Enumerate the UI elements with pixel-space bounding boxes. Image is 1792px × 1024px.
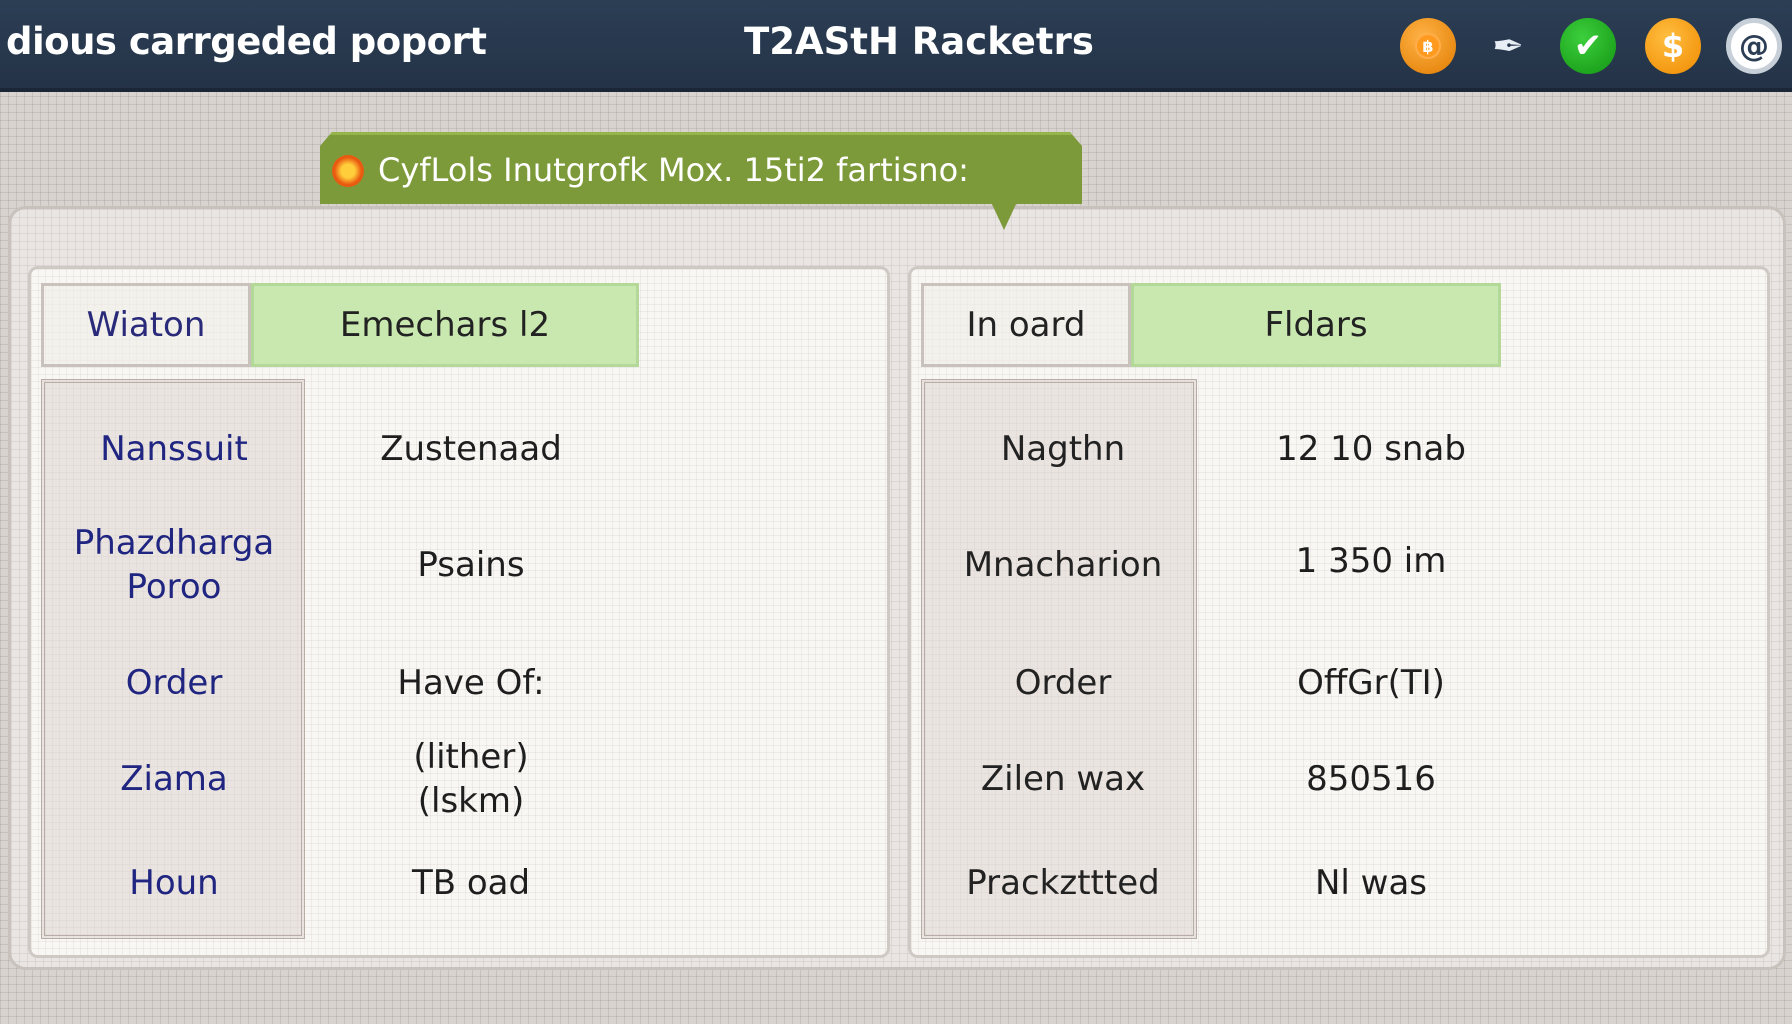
notification-banner: CyfLols Inutgrofk Mox. 15ti2 fartisno: <box>320 132 1082 204</box>
coin-icon[interactable]: ฿ <box>1400 18 1456 74</box>
warning-dot-icon <box>332 155 364 187</box>
left-row-value: Psains <box>417 545 525 585</box>
title-bar: dious carrgeded poport T2AStH Racketrs ฿… <box>0 0 1792 92</box>
right-row-label: Prackzttted <box>966 863 1160 903</box>
left-row-label: Order <box>125 663 223 703</box>
left-row-value: (lither) (lskm) <box>413 737 529 822</box>
right-card: In oard Fldars Nagthn 12 10 snab Mnachar… <box>908 266 1770 958</box>
window-title-center: T2AStH Racketrs <box>744 20 1094 63</box>
check-icon[interactable]: ✔ <box>1560 18 1616 74</box>
right-row-value: 12 10 snab <box>1276 429 1466 469</box>
left-row-value: TB oad <box>411 863 531 903</box>
left-row-label: Phazdharga Poroo <box>73 523 275 608</box>
right-row-label: Zilen wax <box>980 759 1146 799</box>
banner-text: CyfLols Inutgrofk Mox. 15ti2 fartisno: <box>378 151 969 189</box>
banner-pointer <box>990 200 1018 230</box>
right-row-value: OffGr(TI) <box>1297 663 1445 703</box>
right-row-value: Nl was <box>1314 863 1428 903</box>
right-header-label: In oard <box>921 283 1131 367</box>
left-row-label: Ziama <box>120 759 228 799</box>
right-row-value: 850516 <box>1306 759 1436 799</box>
right-row-label: Order <box>1014 663 1112 703</box>
right-header-value[interactable]: Fldars <box>1131 283 1501 367</box>
at-icon-glyph: @ <box>1739 28 1769 64</box>
check-icon-glyph: ✔ <box>1573 26 1603 66</box>
coin-icon-glyph: ฿ <box>1415 33 1441 59</box>
window-title-left: dious carrgeded poport <box>6 20 487 63</box>
left-row-value: Have Of: <box>397 663 545 703</box>
right-row-label: Mnacharion <box>963 545 1163 585</box>
dollar-icon-glyph: $ <box>1661 27 1685 65</box>
left-row-value: Zustenaad <box>380 429 562 469</box>
right-row-value: 1 350 im <box>1295 541 1447 581</box>
pen-icon-glyph: ✒ <box>1492 24 1524 68</box>
dollar-icon[interactable]: $ <box>1645 18 1701 74</box>
left-card: Wiaton Emechars l2 Nanssuit Zustenaad Ph… <box>28 266 890 958</box>
left-row-label: Houn <box>129 863 219 903</box>
at-icon[interactable]: @ <box>1726 18 1782 74</box>
left-row-label: Nanssuit <box>100 429 248 469</box>
right-row-label: Nagthn <box>1000 429 1126 469</box>
pen-icon[interactable]: ✒ <box>1480 18 1536 74</box>
left-header-value[interactable]: Emechars l2 <box>251 283 639 367</box>
left-header-label: Wiaton <box>41 283 251 367</box>
